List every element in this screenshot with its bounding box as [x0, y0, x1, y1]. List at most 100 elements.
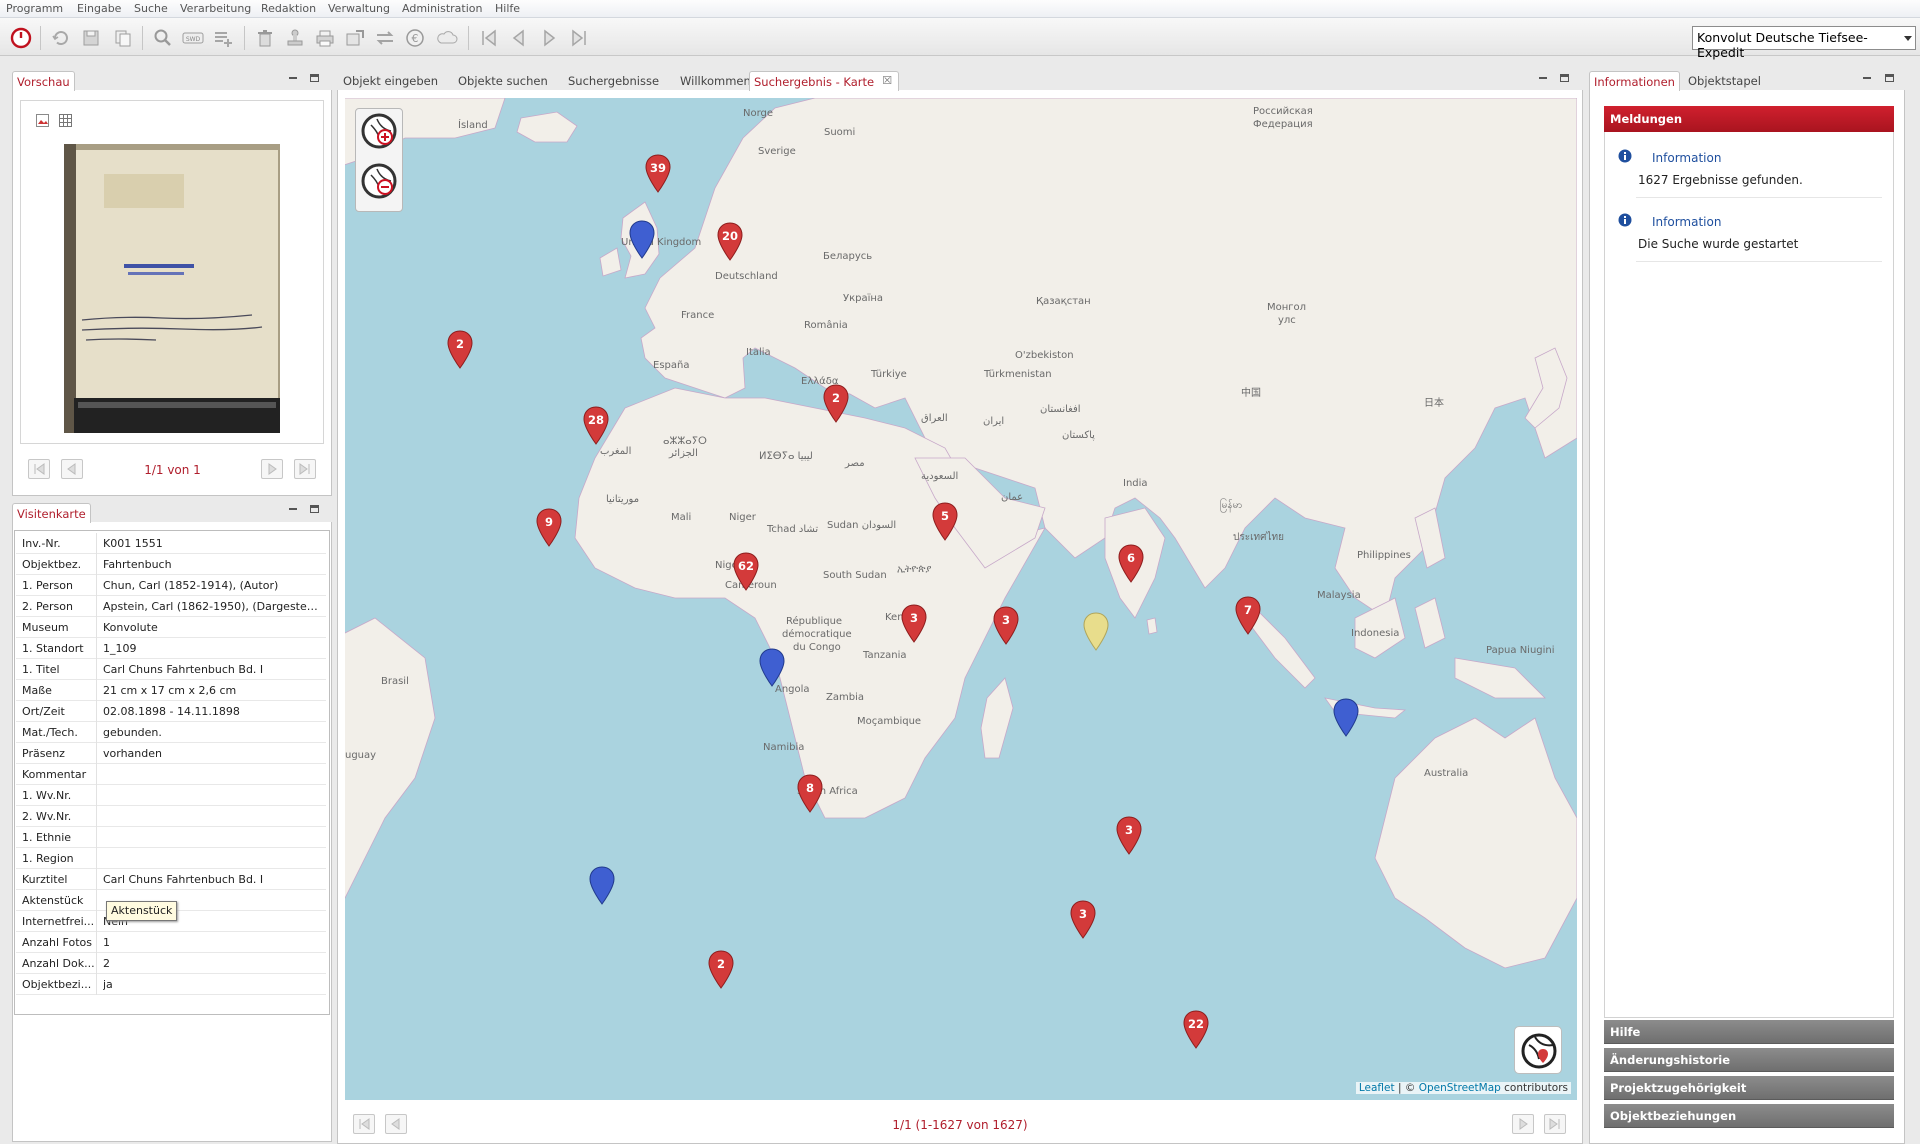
last-record-icon[interactable]	[568, 27, 590, 49]
menu-redaktion[interactable]: Redaktion	[261, 2, 316, 15]
minimize-icon[interactable]	[289, 508, 297, 510]
delete-icon[interactable]	[254, 27, 276, 49]
table-row[interactable]: 2. Person Apstein, Carl (1862-1950), (Dar…	[16, 596, 326, 617]
tab-suchergebnisse[interactable]: Suchergebnisse	[562, 71, 665, 91]
menu-verwaltung[interactable]: Verwaltung	[328, 2, 390, 15]
image-view-icon[interactable]	[36, 114, 49, 127]
zoom-in-button[interactable]	[359, 111, 399, 155]
tab-willkommen[interactable]: Willkommen	[674, 71, 757, 91]
add-list-icon[interactable]	[212, 27, 234, 49]
minimize-icon[interactable]	[289, 77, 297, 79]
menu-verarbeitung[interactable]: Verarbeitung	[180, 2, 251, 15]
table-row[interactable]: Anzahl Fotos 1	[16, 932, 326, 953]
map-marker[interactable]: 2	[706, 950, 736, 990]
document-thumbnail[interactable]	[64, 144, 280, 433]
map-marker[interactable]: 2	[821, 384, 851, 424]
next-page-button[interactable]	[261, 459, 283, 479]
map-marker[interactable]: 22	[1181, 1010, 1211, 1050]
maximize-icon[interactable]	[1560, 74, 1569, 82]
leaflet-link[interactable]: Leaflet	[1359, 1082, 1395, 1094]
map-marker[interactable]: 62	[731, 552, 761, 592]
menu-administration[interactable]: Administration	[402, 2, 483, 15]
map-first-page-button[interactable]	[353, 1114, 375, 1134]
table-row[interactable]: 1. Ethnie	[16, 827, 326, 848]
maximize-icon[interactable]	[1885, 74, 1894, 82]
grid-view-icon[interactable]	[59, 114, 72, 127]
tab-objekte-suchen[interactable]: Objekte suchen	[452, 71, 554, 91]
cloud-icon[interactable]	[436, 27, 458, 49]
table-row[interactable]: Objektbezi... ja	[16, 974, 326, 995]
table-row[interactable]: 1. Standort 1_109	[16, 638, 326, 659]
map-marker[interactable]: 8	[795, 774, 825, 814]
map-marker[interactable]: 28	[581, 406, 611, 446]
map-marker[interactable]: 3	[899, 604, 929, 644]
map-marker[interactable]: 20	[715, 222, 745, 262]
map-marker[interactable]: 3	[991, 606, 1021, 646]
next-record-icon[interactable]	[538, 27, 560, 49]
table-row[interactable]: Museum Konvolute	[16, 617, 326, 638]
tab-suchergebnis-karte[interactable]: Suchergebnis - Karte ☒	[749, 71, 900, 91]
table-row[interactable]: Inv.-Nr. K001 1551	[16, 533, 326, 554]
tab-visitenkarte[interactable]: Visitenkarte	[12, 503, 91, 523]
table-row[interactable]: Kurztitel Carl Chuns Fahrtenbuch Bd. I	[16, 869, 326, 890]
menu-eingabe[interactable]: Eingabe	[77, 2, 121, 15]
search-icon[interactable]	[152, 27, 174, 49]
map-last-page-button[interactable]	[1544, 1114, 1566, 1134]
swd-icon[interactable]: SWD	[182, 27, 204, 49]
section-hilfe[interactable]: Hilfe	[1604, 1020, 1894, 1044]
table-row[interactable]: 1. Titel Carl Chuns Fahrtenbuch Bd. I	[16, 659, 326, 680]
refresh-icon[interactable]	[50, 27, 72, 49]
map-next-page-button[interactable]	[1512, 1114, 1534, 1134]
transfer-icon[interactable]	[374, 27, 396, 49]
table-row[interactable]: Präsenz vorhanden	[16, 743, 326, 764]
menu-programm[interactable]: Programm	[6, 2, 63, 15]
close-tab-icon[interactable]: ☒	[882, 74, 892, 87]
tab-vorschau[interactable]: Vorschau	[12, 71, 75, 91]
copy-icon[interactable]	[112, 27, 134, 49]
map-marker-single[interactable]	[1331, 698, 1361, 738]
first-page-button[interactable]	[28, 459, 50, 479]
map-view[interactable]: Ísland Norge Sverige Suomi United Kingdo…	[345, 98, 1577, 1100]
last-page-button[interactable]	[294, 459, 316, 479]
map-marker-single[interactable]	[627, 220, 657, 260]
map-marker-single[interactable]	[587, 866, 617, 906]
map-marker[interactable]: 6	[1116, 544, 1146, 584]
power-icon[interactable]	[10, 27, 32, 49]
table-row[interactable]: 1. Region	[16, 848, 326, 869]
map-marker-selected[interactable]	[1081, 612, 1111, 652]
map-layer-button[interactable]	[1514, 1026, 1562, 1074]
table-row[interactable]: Kommentar	[16, 764, 326, 785]
section-objektbeziehungen[interactable]: Objektbeziehungen	[1604, 1104, 1894, 1128]
tab-informationen[interactable]: Informationen	[1589, 71, 1680, 91]
tab-objektstapel[interactable]: Objektstapel	[1682, 71, 1767, 91]
osm-link[interactable]: OpenStreetMap	[1419, 1082, 1501, 1094]
minimize-icon[interactable]	[1863, 77, 1871, 79]
map-marker[interactable]: 2	[445, 330, 475, 370]
first-record-icon[interactable]	[478, 27, 500, 49]
map-marker[interactable]: 9	[534, 508, 564, 548]
table-row[interactable]: 1. Wv.Nr.	[16, 785, 326, 806]
table-row[interactable]: Maße 21 cm x 17 cm x 2,6 cm	[16, 680, 326, 701]
map-marker[interactable]: 3	[1068, 900, 1098, 940]
stamp-icon[interactable]	[284, 27, 306, 49]
table-row[interactable]: 2. Wv.Nr.	[16, 806, 326, 827]
print-icon[interactable]	[314, 27, 336, 49]
section-projektzugehoerigkeit[interactable]: Projektzugehörigkeit	[1604, 1076, 1894, 1100]
table-row[interactable]: Anzahl Dok... 2	[16, 953, 326, 974]
map-marker[interactable]: 39	[643, 154, 673, 194]
table-row[interactable]: Ort/Zeit 02.08.1898 - 14.11.1898	[16, 701, 326, 722]
konvolut-select[interactable]: Konvolut Deutsche Tiefsee-Expedit	[1692, 26, 1916, 60]
map-marker[interactable]: 7	[1233, 596, 1263, 636]
prev-page-button[interactable]	[61, 459, 83, 479]
map-marker[interactable]: 5	[930, 502, 960, 542]
minimize-icon[interactable]	[1539, 77, 1547, 79]
export-icon[interactable]	[344, 27, 366, 49]
tab-objekt-eingeben[interactable]: Objekt eingeben	[337, 71, 444, 91]
euro-icon[interactable]: €	[404, 27, 426, 49]
zoom-out-button[interactable]	[359, 161, 399, 205]
menu-hilfe[interactable]: Hilfe	[495, 2, 520, 15]
table-row[interactable]: Mat./Tech. gebunden.	[16, 722, 326, 743]
table-row[interactable]: 1. Person Chun, Carl (1852-1914), (Autor)	[16, 575, 326, 596]
save-icon[interactable]	[80, 27, 102, 49]
map-marker-single[interactable]	[757, 648, 787, 688]
